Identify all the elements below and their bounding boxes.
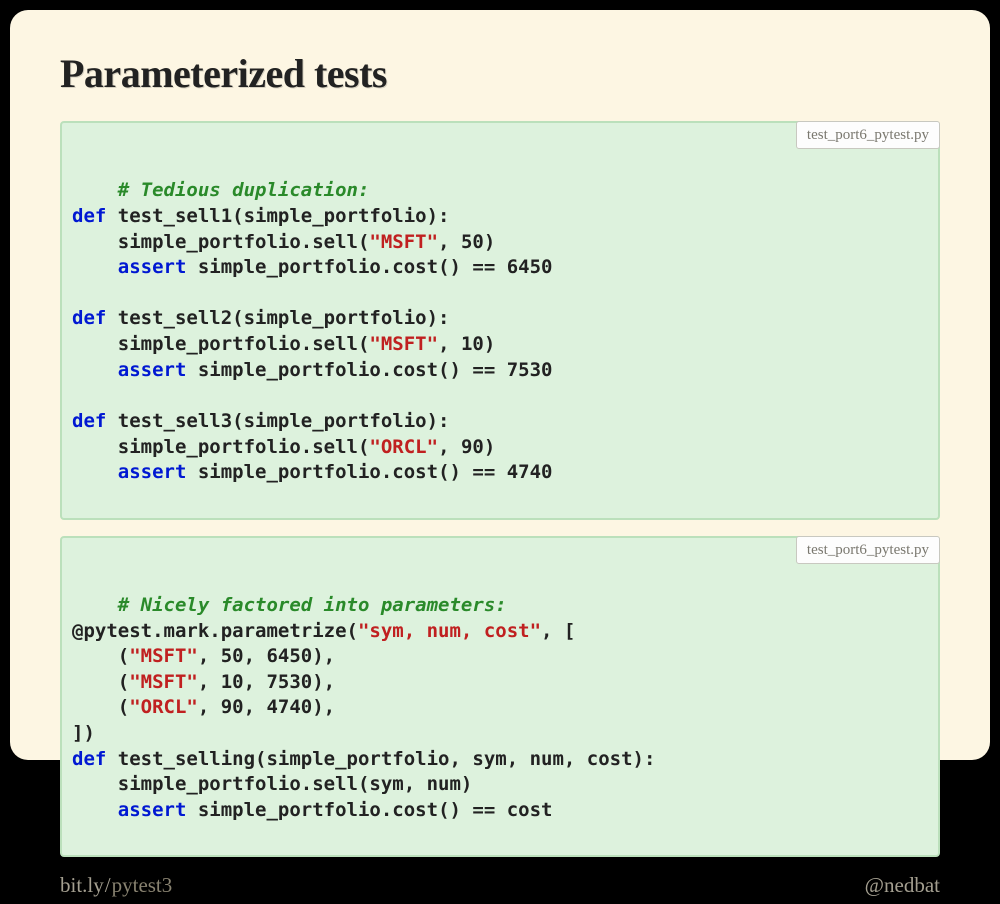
link-tail: pytest3: [112, 873, 173, 897]
code-block-parametrize: test_port6_pytest.py # Nicely factored i…: [60, 536, 940, 858]
code-content: # Nicely factored into parameters: @pyte…: [72, 594, 655, 821]
link-sep: /: [105, 873, 111, 897]
code-block-tedious: test_port6_pytest.py # Tedious duplicati…: [60, 121, 940, 520]
footer-link: bit.ly/pytest3: [60, 873, 172, 898]
slide: Parameterized tests test_port6_pytest.py…: [10, 10, 990, 760]
filename-label: test_port6_pytest.py: [796, 121, 940, 149]
slide-title: Parameterized tests: [60, 50, 940, 97]
footer-handle: @nedbat: [865, 873, 940, 898]
filename-label: test_port6_pytest.py: [796, 536, 940, 564]
code-content: # Tedious duplication: def test_sell1(si…: [72, 179, 552, 483]
link-prefix: bit.ly: [60, 873, 104, 897]
slide-footer: bit.ly/pytest3 @nedbat: [60, 873, 940, 904]
